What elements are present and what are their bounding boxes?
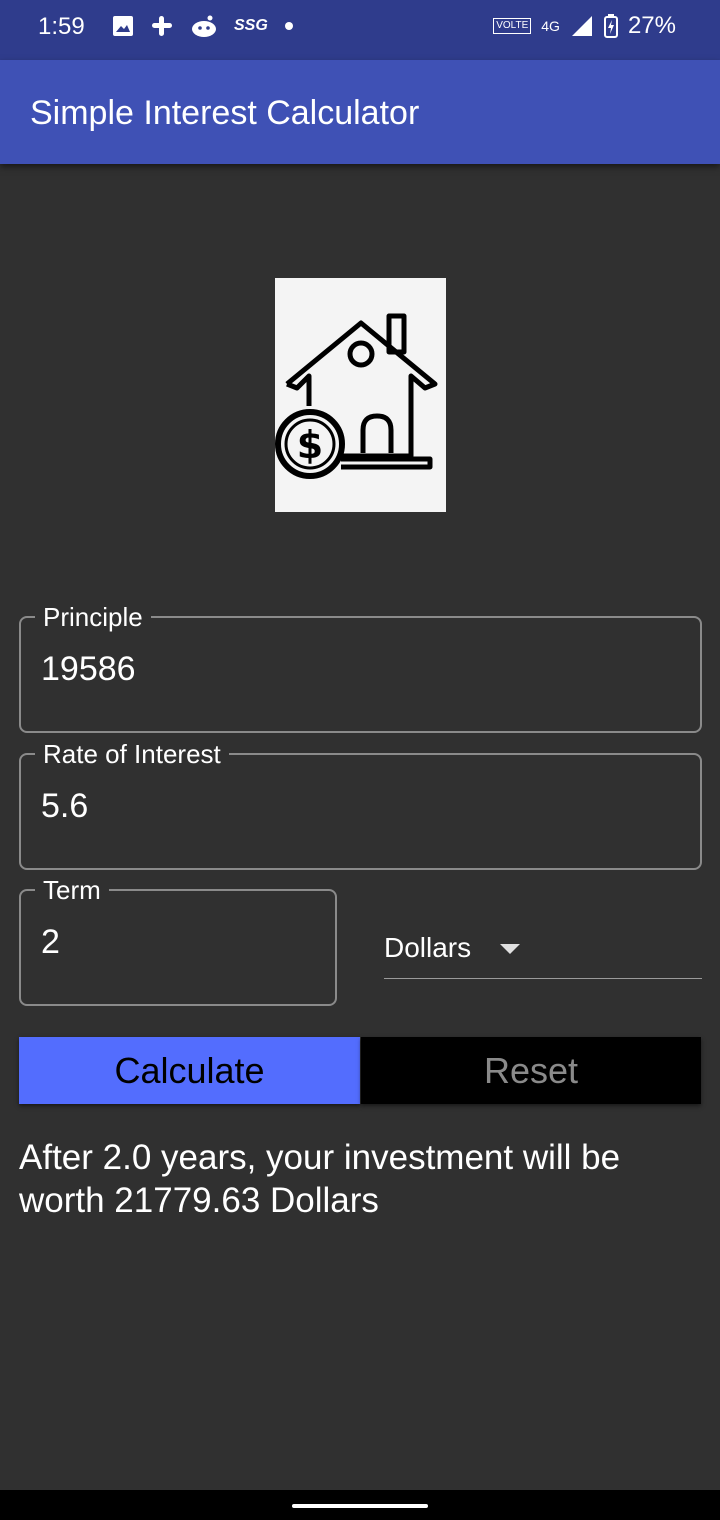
- reddit-icon: [192, 15, 216, 37]
- rate-field[interactable]: Rate of Interest: [19, 739, 702, 870]
- reset-button[interactable]: Reset: [361, 1037, 701, 1104]
- currency-selected: Dollars: [384, 932, 472, 963]
- house-with-dollar-icon: $: [275, 313, 438, 479]
- navigation-bar: [0, 1490, 720, 1520]
- currency-dropdown[interactable]: Dollars: [384, 924, 702, 979]
- volte-icon: VOLTE: [493, 18, 532, 34]
- status-bar: 1:59 SSG VOLTE 4G 27%: [0, 0, 720, 60]
- signal-icon: [571, 16, 592, 36]
- principle-label: Principle: [35, 602, 151, 632]
- svg-text:$: $: [297, 423, 323, 467]
- result-text: After 2.0 years, your investment will be…: [19, 1138, 621, 1220]
- battery-charging-icon: [603, 14, 618, 38]
- principle-field[interactable]: Principle: [19, 602, 702, 733]
- app-title: Simple Interest Calculator: [30, 94, 420, 132]
- principle-input[interactable]: [41, 650, 585, 689]
- battery-percent: 27%: [627, 12, 676, 39]
- rate-label: Rate of Interest: [35, 739, 229, 769]
- system-icons: VOLTE 4G 27%: [493, 12, 676, 40]
- term-label: Term: [35, 875, 109, 905]
- dropdown-arrow-icon: [500, 944, 520, 954]
- term-field[interactable]: Term: [19, 875, 337, 1006]
- slack-icon: [152, 16, 172, 36]
- ssg-icon: SSG: [234, 17, 268, 34]
- status-time: 1:59: [38, 13, 85, 40]
- network-type-label: 4G: [541, 18, 560, 34]
- notification-icons: SSG: [112, 14, 294, 38]
- rate-input[interactable]: [41, 787, 585, 826]
- term-input[interactable]: [41, 923, 293, 962]
- dot-icon: [284, 22, 293, 30]
- app-bar: Simple Interest Calculator: [0, 60, 720, 164]
- calculate-button[interactable]: Calculate: [19, 1037, 360, 1104]
- image-icon: [113, 16, 133, 36]
- hero-image: $: [275, 278, 446, 512]
- home-gesture-handle[interactable]: [292, 1504, 428, 1508]
